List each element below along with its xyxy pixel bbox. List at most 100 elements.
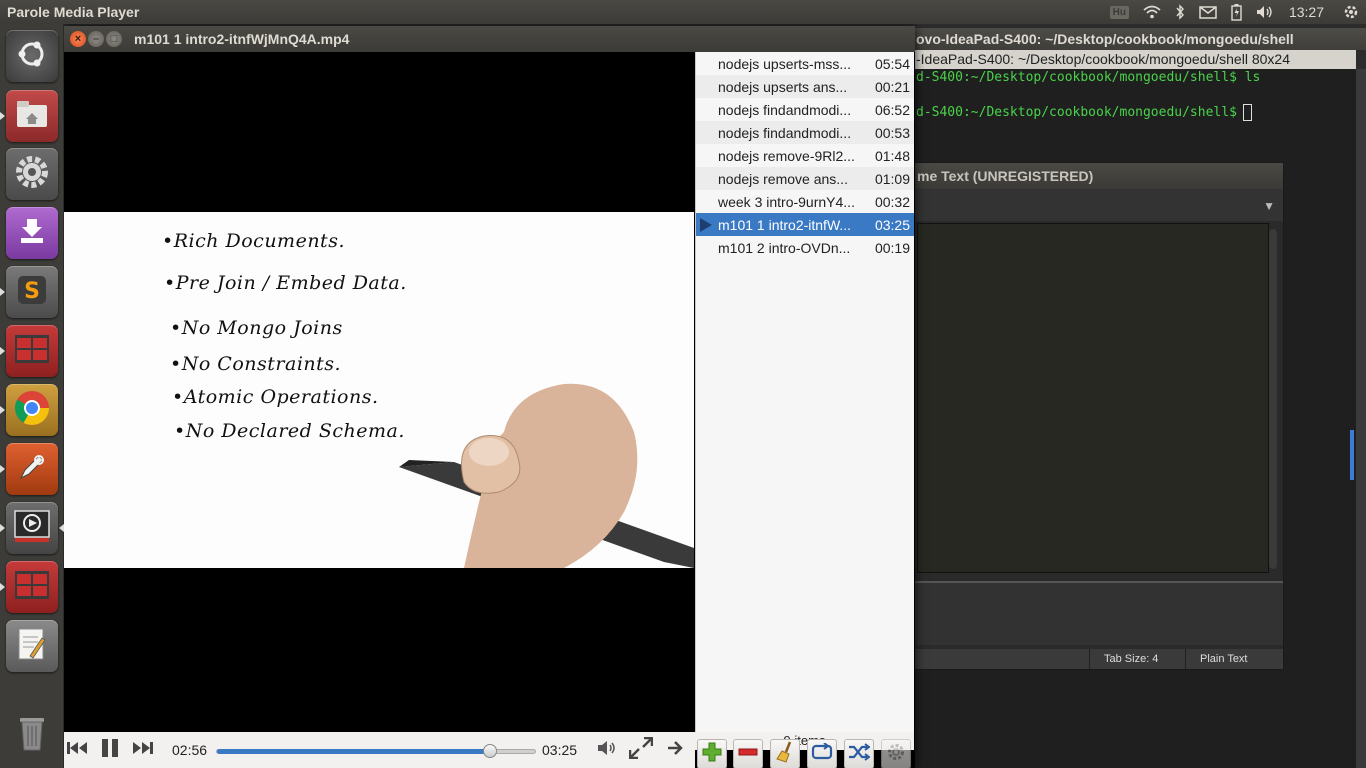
playlist-item[interactable]: nodejs upserts ans... 00:21 — [696, 75, 914, 98]
shuffle-icon — [848, 742, 871, 766]
playlist-item-duration: 03:25 — [874, 216, 910, 233]
terminal-line-2: d-S400:~/Desktop/cookbook/mongoedu/shell… — [916, 104, 1252, 121]
fullscreen-icon — [628, 736, 654, 764]
syntax-selector[interactable]: Plain Text — [1185, 649, 1262, 669]
playlist-item-name: nodejs upserts-mss... — [718, 55, 852, 72]
notepad-icon — [16, 626, 48, 667]
playlist-item-duration: 01:48 — [874, 147, 910, 164]
previous-track-button[interactable] — [66, 732, 88, 768]
next-track-button[interactable] — [132, 732, 154, 768]
playlist-item[interactable]: week 3 intro-9urnY4... 00:32 — [696, 190, 914, 213]
terminal-prompt: d-S400:~/Desktop/cookbook/mongoedu/shell… — [916, 105, 1237, 120]
fullscreen-button[interactable] — [628, 732, 654, 768]
sublime-text-window[interactable]: me Text (UNREGISTERED) ▼ Tab Size: 4 Pla… — [912, 162, 1284, 670]
plus-icon — [702, 742, 722, 767]
bluetooth-icon[interactable] — [1168, 0, 1192, 24]
sublime-text-launcher[interactable]: S — [0, 266, 58, 318]
playlist-item-name: nodejs findandmodi... — [718, 101, 852, 118]
sublime-s-icon: S — [15, 273, 49, 312]
playlist-item[interactable]: m101 2 intro-OVDn... 00:19 — [696, 236, 914, 259]
chrome-launcher[interactable] — [0, 384, 58, 436]
playlist-item-name: nodejs remove ans... — [718, 170, 848, 187]
playlist-item[interactable]: m101 1 intro2-itnfW... 03:25 — [696, 213, 914, 236]
volume-button[interactable] — [596, 732, 618, 768]
pause-icon — [100, 738, 120, 763]
top-panel: Parole Media Player Hu 13:27 — [0, 0, 1366, 24]
remove-media-button[interactable] — [733, 739, 763, 768]
inkscape-launcher[interactable] — [0, 443, 58, 495]
parole-launcher[interactable] — [0, 502, 64, 554]
software-center-launcher[interactable] — [6, 207, 58, 259]
volume-icon[interactable] — [1249, 0, 1281, 24]
shuffle-button[interactable] — [844, 739, 874, 768]
active-app-name: Parole Media Player — [7, 4, 140, 20]
battery-icon[interactable] — [1224, 0, 1249, 24]
seek-bar-handle[interactable] — [483, 744, 498, 758]
playlist-item-name: m101 1 intro2-itnfW... — [718, 216, 852, 233]
playlist-item[interactable]: nodejs upserts-mss... 05:54 — [696, 52, 914, 75]
tab-size-selector[interactable]: Tab Size: 4 — [1089, 649, 1172, 669]
svg-text:S: S — [24, 279, 40, 304]
maximize-button[interactable]: □ — [106, 31, 122, 47]
add-media-button[interactable] — [697, 739, 727, 768]
close-button[interactable]: × — [70, 31, 86, 47]
sublime-scrollbar[interactable] — [1269, 229, 1277, 569]
mail-icon[interactable] — [1192, 0, 1224, 24]
gear-icon — [12, 152, 52, 197]
playlist-toolbar — [695, 732, 914, 768]
repeat-icon — [811, 741, 833, 766]
playlist-item-name: nodejs remove-9Rl2... — [718, 147, 855, 164]
volume-icon — [597, 740, 617, 761]
dash-home-button[interactable] — [6, 30, 58, 82]
pause-button[interactable] — [98, 732, 122, 768]
text-editor-launcher[interactable] — [6, 620, 58, 672]
trash-icon — [16, 712, 48, 757]
desktop: Parole Media Player Hu 13:27 S ovo-IdeaP… — [0, 0, 1366, 768]
video-frame-whiteboard: •Rich Documents. •Pre Join / Embed Data.… — [64, 212, 694, 568]
download-arrow-icon — [17, 216, 47, 251]
keyboard-layout-indicator[interactable]: Hu — [1103, 0, 1136, 24]
playlist-item-name: m101 2 intro-OVDn... — [718, 239, 851, 256]
terminal-line-1: d-S400:~/Desktop/cookbook/mongoedu/shell… — [916, 70, 1261, 85]
playlist-item[interactable]: nodejs remove ans... 01:09 — [696, 167, 914, 190]
files-launcher[interactable] — [0, 90, 58, 142]
trash-launcher[interactable] — [6, 708, 58, 760]
sublime-title: me Text (UNREGISTERED) — [913, 163, 1283, 189]
close-icon: × — [74, 33, 82, 45]
clock[interactable]: 13:27 — [1281, 0, 1336, 24]
sublime-console-panel[interactable] — [913, 581, 1283, 645]
repeat-button[interactable] — [807, 739, 837, 768]
wifi-icon[interactable] — [1136, 0, 1168, 24]
window-title: m101 1 intro2-itnfWjMnQ4A.mp4 — [134, 31, 350, 47]
hand-with-pen-image — [399, 383, 694, 568]
toggle-playlist-button[interactable] — [664, 732, 686, 768]
skip-back-icon — [66, 740, 88, 761]
chrome-icon — [12, 388, 52, 433]
whiteboard-line-1: •Rich Documents. — [162, 230, 345, 252]
playlist-item[interactable]: nodejs findandmodi... 00:53 — [696, 121, 914, 144]
minimize-button[interactable]: – — [88, 31, 104, 47]
terminal-launcher-2[interactable] — [0, 561, 58, 613]
playlist-item[interactable]: nodejs findandmodi... 06:52 — [696, 98, 914, 121]
session-gear-icon[interactable] — [1336, 0, 1366, 24]
terminal-scrollbar[interactable] — [1356, 69, 1366, 768]
arrow-right-icon — [667, 740, 683, 761]
broom-icon — [775, 741, 795, 768]
terminal-launcher-1[interactable] — [0, 325, 58, 377]
playlist-item-duration: 00:32 — [874, 193, 910, 210]
terminal-cursor — [1242, 104, 1252, 121]
clear-playlist-button[interactable] — [770, 739, 800, 768]
parole-titlebar[interactable]: × – □ m101 1 intro2-itnfWjMnQ4A.mp4 — [64, 26, 915, 52]
video-area[interactable]: •Rich Documents. •Pre Join / Embed Data.… — [64, 52, 694, 730]
playlist-item[interactable]: nodejs remove-9Rl2... 01:48 — [696, 144, 914, 167]
tab-list-dropdown-icon[interactable]: ▼ — [1263, 199, 1275, 213]
system-settings-launcher[interactable] — [6, 148, 58, 200]
pen-icon — [15, 450, 49, 489]
playlist-settings-button[interactable] — [881, 739, 911, 768]
playlist-item-duration: 06:52 — [874, 101, 910, 118]
terminal-tab-title[interactable]: -IdeaPad-S400: ~/Desktop/cookbook/mongoe… — [912, 50, 1356, 69]
playlist[interactable]: nodejs upserts-mss... 05:54 nodejs upserts… — [695, 52, 914, 732]
sublime-editor-area[interactable] — [917, 223, 1269, 573]
seek-bar[interactable] — [216, 744, 536, 758]
playlist-item-duration: 00:19 — [874, 239, 910, 256]
